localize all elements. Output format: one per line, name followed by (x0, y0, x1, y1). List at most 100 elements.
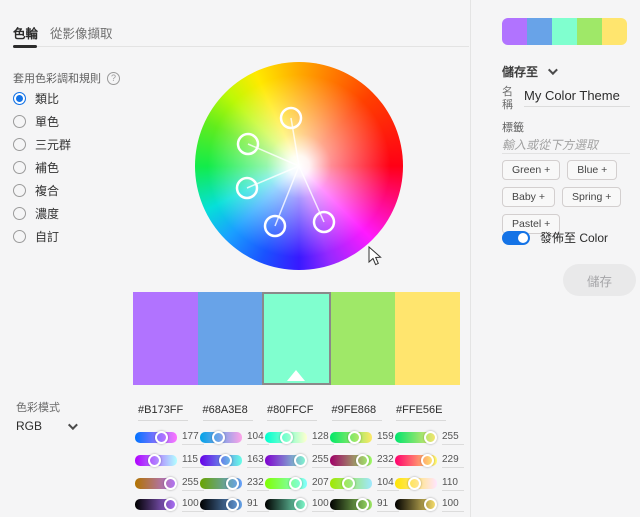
harmony-option[interactable]: 複合 (13, 183, 143, 197)
slider-handle[interactable] (212, 431, 225, 444)
theme-swatch (527, 18, 552, 45)
harmony-options-list: 類比單色三元群補色複合濃度自訂 (13, 91, 143, 243)
radio-button-icon[interactable] (13, 138, 26, 151)
harmony-option-label: 類比 (35, 90, 59, 107)
theme-swatch-strip (502, 18, 627, 45)
channel-slider: 91 (200, 498, 264, 511)
wheel-handles-overlay (195, 62, 403, 270)
save-to-dropdown[interactable]: 儲存至 (502, 63, 555, 80)
tab-underline (13, 46, 469, 47)
help-icon[interactable]: ? (107, 72, 120, 85)
theme-name-input[interactable]: My Color Theme (524, 88, 620, 103)
slider-handle[interactable] (424, 431, 437, 444)
tags-input[interactable]: 輸入或從下方選取 (502, 136, 598, 153)
channel-slider: 159 (330, 431, 394, 444)
hex-value-input[interactable]: #B173FF (138, 404, 188, 421)
channel-slider: 100 (135, 498, 199, 511)
slider-value-input[interactable]: 255 (442, 431, 464, 445)
chevron-down-icon (548, 65, 558, 75)
tab-active-indicator (13, 45, 37, 48)
slider-handle[interactable] (148, 454, 161, 467)
radio-button-icon[interactable] (13, 230, 26, 243)
channel-slider: 255 (395, 431, 459, 444)
tag-chip[interactable]: Green + (502, 160, 560, 180)
color-wheel[interactable] (195, 62, 403, 270)
hex-value-input[interactable]: #80FFCF (267, 404, 317, 421)
harmony-option[interactable]: 自訂 (13, 229, 143, 243)
color-mode-label: 色彩模式 (16, 399, 60, 415)
slider-handle[interactable] (408, 477, 421, 490)
channel-slider: 100 (265, 498, 329, 511)
palette-block[interactable] (262, 292, 331, 385)
panel-divider (470, 0, 471, 517)
save-button[interactable]: 儲存 (563, 264, 636, 296)
slider-handle[interactable] (164, 498, 177, 511)
palette-block[interactable] (198, 292, 263, 385)
radio-button-icon[interactable] (13, 115, 26, 128)
tag-chip[interactable]: Spring + (562, 187, 621, 207)
tag-chip[interactable]: Baby + (502, 187, 555, 207)
channel-slider: 104 (330, 477, 394, 490)
theme-swatch (577, 18, 602, 45)
channel-slider: 115 (135, 454, 199, 467)
slider-handle[interactable] (421, 454, 434, 467)
slider-handle[interactable] (294, 498, 307, 511)
name-label: 名稱 (502, 86, 515, 112)
hex-value-input[interactable]: #9FE868 (332, 404, 382, 421)
harmony-option-label: 複合 (35, 182, 59, 199)
slider-handle[interactable] (294, 454, 307, 467)
slider-handle[interactable] (424, 498, 437, 511)
slider-handle[interactable] (226, 498, 239, 511)
slider-handle[interactable] (280, 431, 293, 444)
palette-block[interactable] (395, 292, 460, 385)
harmony-rule-title-text: 套用色彩調和規則 (13, 70, 101, 86)
slider-handle[interactable] (289, 477, 302, 490)
hex-value-input[interactable]: #FFE56E (396, 404, 446, 421)
theme-swatch (502, 18, 527, 45)
radio-button-icon[interactable] (13, 184, 26, 197)
mouse-cursor-icon (368, 246, 382, 266)
slider-value-input[interactable]: 110 (442, 477, 464, 491)
palette-block[interactable] (331, 292, 396, 385)
harmony-option[interactable]: 類比 (13, 91, 143, 105)
slider-handle[interactable] (219, 454, 232, 467)
channel-slider: 232 (330, 454, 394, 467)
harmony-option[interactable]: 單色 (13, 114, 143, 128)
harmony-option[interactable]: 三元群 (13, 137, 143, 151)
channel-slider: 128 (265, 431, 329, 444)
tag-chip[interactable]: Blue + (567, 160, 617, 180)
radio-button-icon[interactable] (13, 207, 26, 220)
tab-color-wheel[interactable]: 色輪 (13, 23, 38, 42)
slider-value-input[interactable]: 229 (442, 454, 464, 468)
slider-handle[interactable] (155, 431, 168, 444)
harmony-option[interactable]: 補色 (13, 160, 143, 174)
theme-swatch (602, 18, 627, 45)
slider-handle[interactable] (342, 477, 355, 490)
slider-value-input[interactable]: 100 (442, 498, 464, 512)
channel-slider: 255 (135, 477, 199, 490)
slider-handle[interactable] (164, 477, 177, 490)
color-mode-select[interactable]: RGB (16, 419, 75, 433)
slider-handle[interactable] (356, 498, 369, 511)
toggle-knob (518, 233, 528, 243)
color-mode-value: RGB (16, 419, 42, 433)
palette-block[interactable] (133, 292, 198, 385)
harmony-option-label: 自訂 (35, 228, 59, 245)
harmony-option-label: 補色 (35, 159, 59, 176)
channel-slider: 232 (200, 477, 264, 490)
hex-value-input[interactable]: #68A3E8 (203, 404, 253, 421)
slider-handle[interactable] (356, 454, 369, 467)
channel-slider: 255 (265, 454, 329, 467)
publish-toggle[interactable] (502, 231, 530, 245)
slider-handle[interactable] (348, 431, 361, 444)
publish-label: 發佈至 Color (540, 229, 608, 246)
chevron-down-icon (68, 420, 78, 430)
tags-input-underline (502, 153, 630, 154)
tab-extract-from-image[interactable]: 從影像擷取 (50, 23, 113, 42)
slider-handle[interactable] (226, 477, 239, 490)
tag-suggestions: Green +Blue +Baby +Spring +Pastel + (502, 160, 640, 234)
radio-button-icon[interactable] (13, 161, 26, 174)
palette-strip (133, 292, 460, 385)
radio-button-icon[interactable] (13, 92, 26, 105)
harmony-option[interactable]: 濃度 (13, 206, 143, 220)
